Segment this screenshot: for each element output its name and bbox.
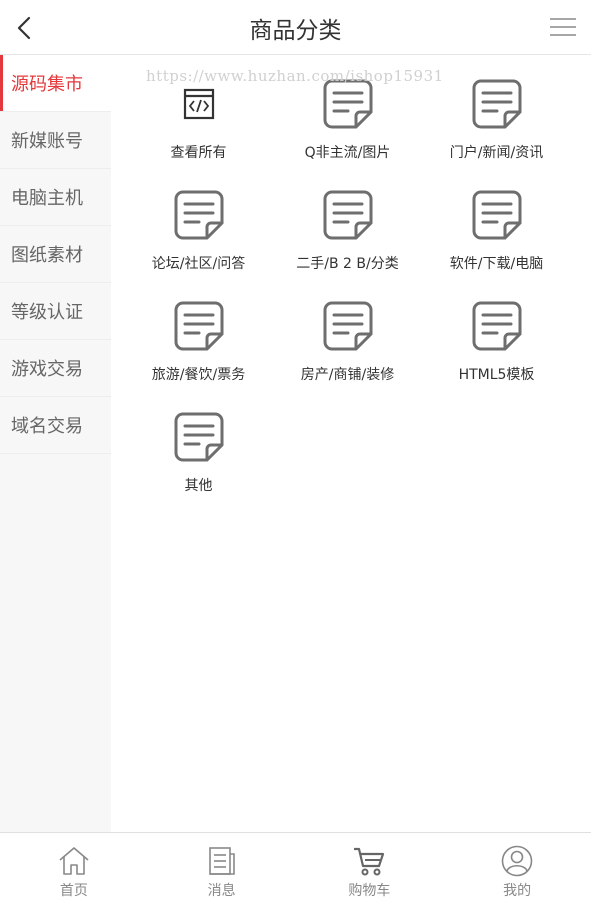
nav-label: 我的 [503, 883, 532, 899]
category-item[interactable]: 旅游/餐饮/票务 [124, 292, 273, 403]
nav-home[interactable]: 首页 [0, 833, 148, 902]
bottom-nav: 首页 消息 购物车 我的 [0, 832, 591, 902]
sidebar-item-game-trade[interactable]: 游戏交易 [0, 340, 111, 397]
document-icon [323, 190, 372, 240]
category-label: HTML5模板 [458, 367, 535, 383]
code-icon [183, 88, 214, 120]
document-icon [174, 412, 223, 462]
message-icon [208, 847, 235, 875]
category-item[interactable]: 其他 [124, 403, 273, 514]
category-item[interactable]: 论坛/社区/问答 [124, 181, 273, 292]
category-item[interactable]: 软件/下载/电脑 [422, 181, 571, 292]
document-icon [323, 79, 372, 129]
category-view-all[interactable]: 查看所有 [124, 70, 273, 181]
document-icon [174, 190, 223, 240]
category-label: Q非主流/图片 [304, 145, 391, 161]
document-icon [323, 301, 372, 351]
nav-cart[interactable]: 购物车 [296, 833, 444, 902]
document-icon [174, 301, 223, 351]
document-icon [472, 301, 521, 351]
category-item[interactable]: Q非主流/图片 [273, 70, 422, 181]
category-label: 旅游/餐饮/票务 [151, 367, 246, 383]
document-icon [472, 190, 521, 240]
sidebar-item-media-accounts[interactable]: 新媒账号 [0, 112, 111, 169]
nav-label: 消息 [207, 883, 236, 899]
cart-icon [354, 847, 385, 876]
category-item[interactable]: 二手/B 2 B/分类 [273, 181, 422, 292]
category-label: 二手/B 2 B/分类 [296, 256, 399, 272]
watermark-text: https://www.huzhan.com/ishop15931 [146, 67, 444, 85]
category-item[interactable]: 门户/新闻/资讯 [422, 70, 571, 181]
header: 商品分类 [0, 0, 591, 55]
home-icon [59, 847, 89, 875]
category-sidebar: 源码集市 新媒账号 电脑主机 图纸素材 等级认证 游戏交易 域名交易 [0, 55, 111, 832]
hamburger-menu-icon [550, 18, 576, 36]
sidebar-item-computers[interactable]: 电脑主机 [0, 169, 111, 226]
category-label: 门户/新闻/资讯 [449, 145, 544, 161]
sidebar-item-certification[interactable]: 等级认证 [0, 283, 111, 340]
category-item[interactable]: HTML5模板 [422, 292, 571, 403]
page-title: 商品分类 [249, 17, 342, 44]
category-label: 其他 [184, 478, 213, 494]
category-label: 论坛/社区/问答 [151, 256, 246, 272]
menu-button[interactable] [547, 12, 579, 42]
document-icon [472, 79, 521, 129]
category-label: 房产/商铺/装修 [300, 367, 395, 383]
nav-messages[interactable]: 消息 [148, 833, 296, 902]
category-label: 查看所有 [170, 145, 227, 161]
category-grid: 查看所有 Q非主流/图片 门户/新闻/资讯 论坛/社区/问答 二手/B 2 B/… [124, 70, 572, 514]
nav-label: 首页 [59, 883, 88, 899]
category-item[interactable]: 房产/商铺/装修 [273, 292, 422, 403]
sidebar-item-source-market[interactable]: 源码集市 [0, 55, 111, 112]
sidebar-item-domain-trade[interactable]: 域名交易 [0, 397, 111, 454]
user-icon [501, 845, 533, 877]
category-label: 软件/下载/电脑 [449, 256, 544, 272]
nav-label: 购物车 [348, 883, 391, 899]
sidebar-item-drawings[interactable]: 图纸素材 [0, 226, 111, 283]
app: 商品分类 源码集市 新媒账号 电脑主机 图纸素材 等级认证 游戏交易 域名交易 [0, 0, 591, 902]
nav-me[interactable]: 我的 [443, 833, 591, 902]
